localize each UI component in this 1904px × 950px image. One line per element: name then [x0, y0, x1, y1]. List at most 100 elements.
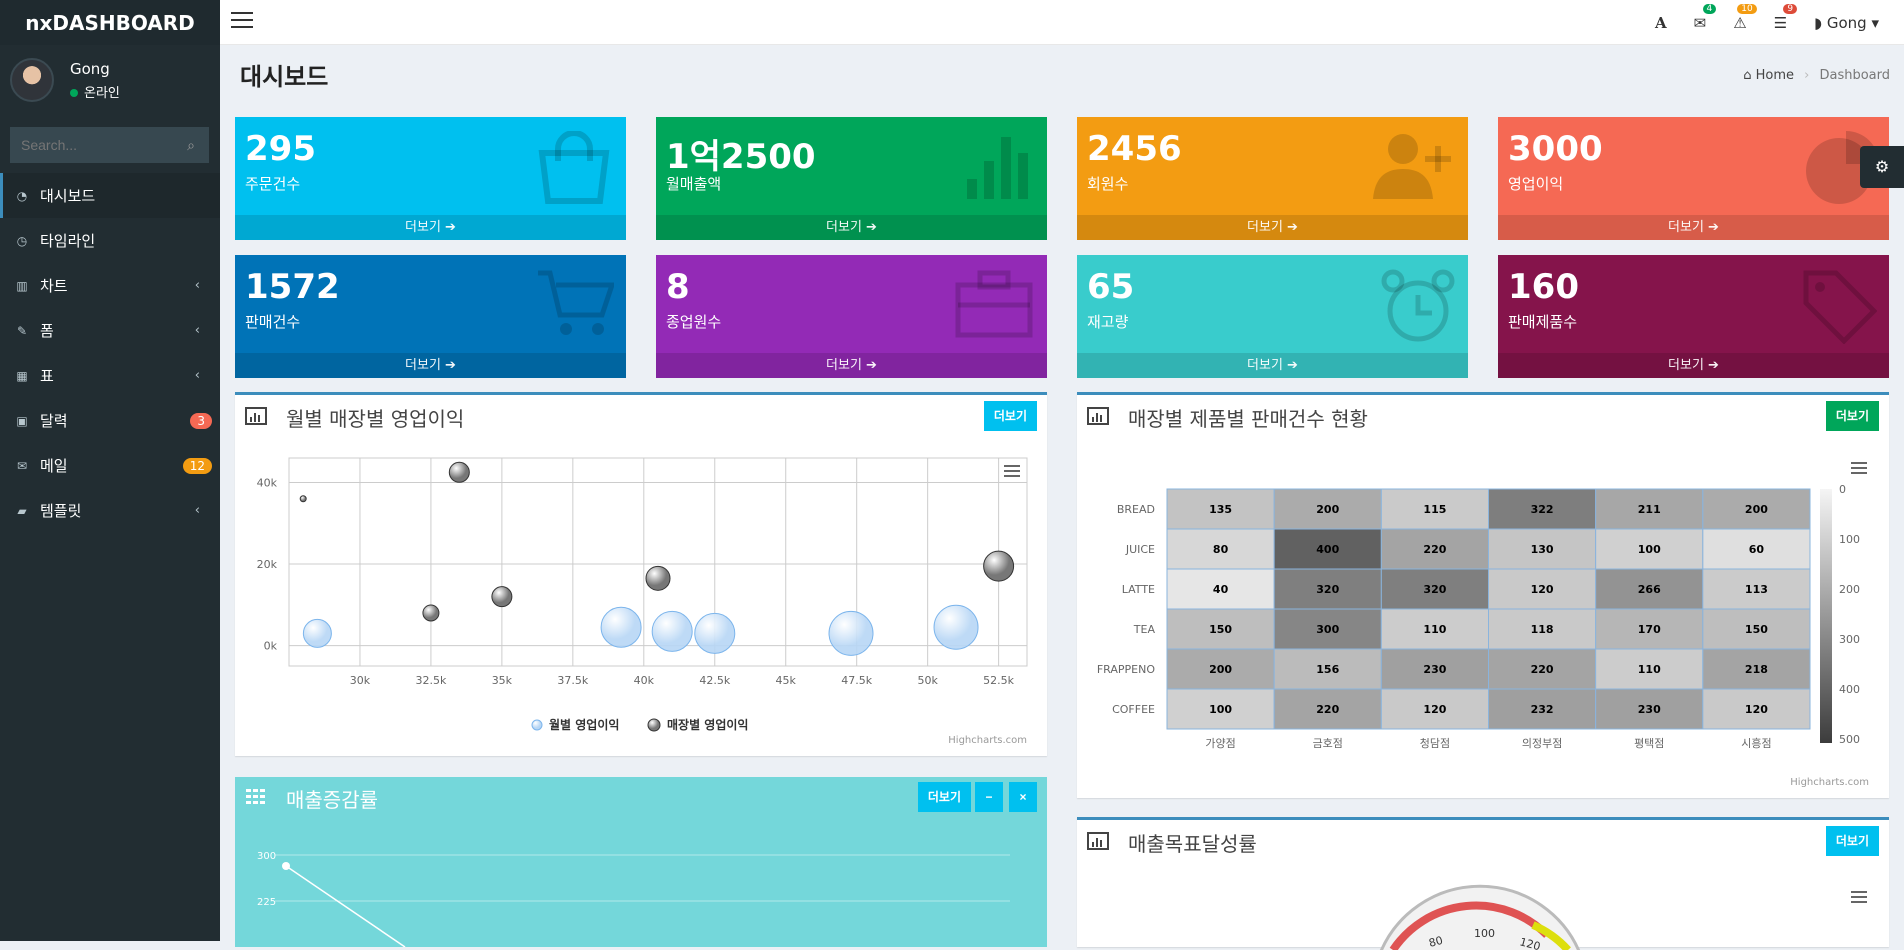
shopping-bag-icon: [534, 130, 614, 210]
search-input[interactable]: [10, 127, 173, 163]
tile-more-link[interactable]: 더보기 ➔: [235, 215, 626, 240]
bubble-point-store[interactable]: [422, 604, 440, 622]
user-name: Gong: [70, 59, 110, 78]
settings-gear-icon[interactable]: ⚙: [1860, 146, 1904, 188]
heatmap-cell-value: 156: [1316, 663, 1339, 676]
mail-icon[interactable]: ✉ 4: [1694, 3, 1717, 32]
tile-more-link[interactable]: 더보기 ➔: [1498, 215, 1889, 240]
tile-label: 회원수: [1087, 175, 1129, 193]
bubble-point-store[interactable]: [491, 586, 513, 608]
breadcrumb-current: Dashboard: [1819, 68, 1890, 83]
chart-menu-icon[interactable]: [1851, 467, 1867, 469]
color-scale-bar: [1820, 489, 1832, 743]
heatmap-x-label: 청담점: [1420, 737, 1450, 750]
search-button[interactable]: ⌕: [173, 127, 209, 163]
bubble-point-monthly[interactable]: [302, 618, 332, 648]
heatmap-cell-value: 220: [1531, 663, 1554, 676]
tile-value: 295: [245, 129, 316, 169]
tile-value: 1억2500: [666, 137, 816, 177]
bubble-point-monthly[interactable]: [933, 604, 979, 650]
sidebar-item-dashboard[interactable]: ◔ 대시보드: [0, 173, 220, 218]
bubble-point-store[interactable]: [299, 495, 307, 503]
home-icon: ⌂: [1743, 68, 1752, 83]
sidebar-item-calendar[interactable]: ▣ 달력 3: [0, 398, 220, 443]
growth-box: 매출증감률 더보기 − × 300 225: [235, 777, 1047, 947]
bubble-point-monthly[interactable]: [600, 606, 642, 648]
tile-more-link[interactable]: 더보기 ➔: [1077, 353, 1468, 378]
user-menu[interactable]: ◗ Gong ▾: [1814, 14, 1879, 32]
color-scale-tick: 200: [1839, 583, 1860, 596]
sidebar-item-form[interactable]: ✎ 폼 ‹: [0, 308, 220, 353]
heatmap-cell-value: 211: [1638, 503, 1661, 516]
heatmap-x-label: 시흥점: [1741, 736, 1771, 750]
chevron-left-icon: ‹: [194, 368, 200, 383]
brand-logo[interactable]: nxDASHBOARD: [0, 0, 220, 45]
heatmap-y-label: LATTE: [1122, 583, 1155, 596]
tile-more-link[interactable]: 더보기 ➔: [656, 215, 1047, 240]
bubble-point-store[interactable]: [983, 550, 1015, 582]
bubble-point-monthly[interactable]: [651, 610, 693, 652]
y-tick-225: 225: [257, 897, 276, 908]
heatmap-cell-value: 320: [1423, 583, 1446, 596]
task-icon[interactable]: ☰ 9: [1774, 3, 1798, 32]
sidebar-item-table[interactable]: ▦ 표 ‹: [0, 353, 220, 398]
topbar: A ✉ 4 ⚠ 10 ☰ 9 ◗ Gong ▾: [220, 0, 1904, 45]
heatmap-y-label: TEA: [1133, 623, 1156, 636]
chevron-left-icon: ‹: [194, 323, 200, 338]
chart-menu-icon[interactable]: [1851, 462, 1867, 464]
heatmap-y-label: COFFEE: [1112, 703, 1155, 716]
tile-value: 1572: [245, 267, 340, 307]
heatmap-cell-value: 115: [1423, 503, 1446, 516]
bubble-point-store[interactable]: [448, 461, 470, 483]
chart-credit[interactable]: Highcharts.com: [948, 735, 1027, 746]
color-scale-tick: 100: [1839, 533, 1860, 546]
heatmap-cell-value: 220: [1316, 703, 1339, 716]
heatmap-cell-value: 230: [1423, 663, 1446, 676]
heatmap-cell-value: 120: [1423, 703, 1446, 716]
menu-toggle-icon[interactable]: [231, 12, 253, 30]
bubble-point-monthly[interactable]: [694, 612, 736, 654]
tile-more-link[interactable]: 더보기 ➔: [656, 353, 1047, 378]
chart-menu-icon[interactable]: [1004, 465, 1020, 467]
chart-menu-icon[interactable]: [1851, 472, 1867, 474]
bubble-point-monthly[interactable]: [828, 610, 874, 656]
chart-credit[interactable]: Highcharts.com: [1790, 777, 1869, 788]
heatmap-cell-value: 200: [1745, 503, 1768, 516]
bubble-point-store[interactable]: [645, 565, 671, 591]
heatmap-cell-value: 110: [1638, 663, 1661, 676]
growth-series-point[interactable]: [282, 862, 290, 870]
sidebar-item-timeline[interactable]: ◷ 타임라인: [0, 218, 220, 263]
chart-menu-icon[interactable]: [1851, 891, 1867, 903]
heatmap-cell-value: 40: [1213, 583, 1229, 596]
growth-line-chart: 300 225: [257, 851, 1010, 947]
x-tick-label: 35k: [492, 674, 513, 687]
legend-label-monthly[interactable]: 월별 영업이익: [549, 717, 619, 732]
heatmap-chart: 135 200 115 322 211 200BREAD80 400 220 130 100 60J…: [1097, 462, 1867, 750]
x-tick-label: 47.5k: [841, 674, 872, 687]
x-tick-label: 42.5k: [699, 674, 730, 687]
bar-chart-icon: [965, 131, 1035, 205]
heatmap-cell-value: 200: [1316, 503, 1339, 516]
tile-more-link[interactable]: 더보기 ➔: [235, 353, 626, 378]
tag-icon: [1802, 269, 1878, 348]
stat-tile-orders: 295 주문건수더보기 ➔: [235, 117, 626, 240]
sidebar-item-chart[interactable]: ▥ 차트 ‹: [0, 263, 220, 308]
tile-value: 3000: [1508, 129, 1603, 169]
tile-more-link[interactable]: 더보기 ➔: [1077, 215, 1468, 240]
x-tick-label: 52.5k: [983, 674, 1014, 687]
tile-value: 65: [1087, 267, 1135, 307]
legend-label-store[interactable]: 매장별 영업이익: [667, 717, 748, 732]
legend-marker-monthly: [531, 719, 543, 731]
font-icon[interactable]: A: [1655, 14, 1667, 32]
breadcrumb-home[interactable]: Home: [1756, 68, 1794, 83]
chart-menu-icon[interactable]: [1004, 470, 1020, 472]
heatmap-x-label: 금호점: [1313, 737, 1343, 750]
tile-label: 주문건수: [245, 175, 301, 193]
tile-value: 160: [1508, 267, 1579, 307]
sidebar-item-mail[interactable]: ✉ 메일 12: [0, 443, 220, 488]
alert-icon[interactable]: ⚠ 10: [1733, 3, 1757, 32]
chart-menu-icon[interactable]: [1004, 475, 1020, 477]
sidebar-item-template[interactable]: ▰ 템플릿 ‹: [0, 488, 220, 533]
stat-tile-employees: 8 종업원수 더보기 ➔: [656, 255, 1047, 378]
tile-more-link[interactable]: 더보기 ➔: [1498, 353, 1889, 378]
